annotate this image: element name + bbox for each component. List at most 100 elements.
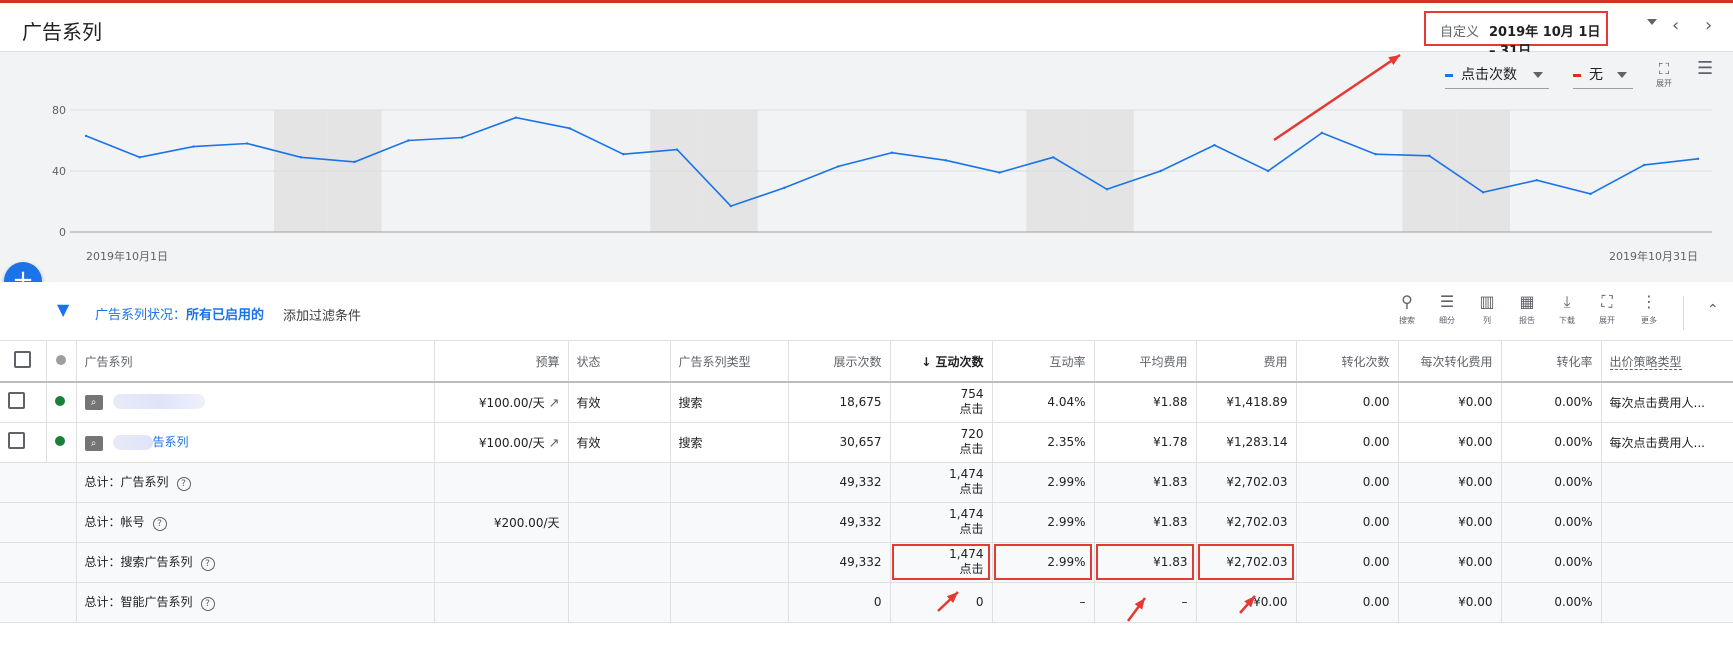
page-title: 广告系列 xyxy=(22,20,102,44)
metric2-selector[interactable]: 无 xyxy=(1573,64,1633,89)
campaign-type-value: 搜索 xyxy=(670,382,789,423)
header-conversion-rate[interactable]: 转化率 xyxy=(1501,341,1602,383)
totals-avg-cost: – xyxy=(1094,582,1197,623)
chevron-left-icon[interactable]: ‹ xyxy=(1672,15,1679,36)
interactions-value: 720 xyxy=(960,427,984,441)
expand-label: 展开 xyxy=(1656,79,1672,88)
avg-cost-value: ¥1.78 xyxy=(1094,422,1197,463)
totals-row: 总计：搜索广告系列? 49,332 1,474 点击 2.99% ¥1.83 ¥2,702.… xyxy=(0,542,1733,583)
totals-interactions: 1,474 xyxy=(949,547,984,561)
header-campaign[interactable]: 广告系列 xyxy=(76,341,435,383)
toolbar-label: 报告 xyxy=(1519,316,1535,325)
table-row[interactable]: ⌕ ¥100.00/天 ↗ 有效 搜索 18,675 754 点击 4.04% ¥1.88 ¥1,4… xyxy=(0,382,1733,423)
status-filter-chip[interactable]: 广告系列状况：所有已启用的 xyxy=(95,304,264,323)
bid-strategy-value: 每次点击费用人... xyxy=(1601,422,1733,463)
data-point xyxy=(1213,143,1216,147)
totals-impressions: 49,332 xyxy=(788,502,891,543)
status-filter-value: 所有已启用的 xyxy=(186,308,265,323)
totals-cost: ¥2,702.03 xyxy=(1196,502,1297,543)
help-icon[interactable]: ? xyxy=(152,517,167,531)
data-point xyxy=(1320,131,1324,135)
totals-interactions-cell: 0 xyxy=(890,582,993,623)
campaign-type-value: 搜索 xyxy=(670,422,789,463)
totals-cost-per-conversion: ¥0.00 xyxy=(1398,502,1502,543)
header-interaction-rate[interactable]: 互动率 xyxy=(992,341,1095,383)
totals-interactions-cell: 1,474 点击 xyxy=(890,502,993,543)
interactions-cell: 720 点击 xyxy=(890,422,993,463)
status-filter-label: 广告系列状况： xyxy=(95,308,187,323)
header-cost-per-conversion[interactable]: 每次转化费用 xyxy=(1398,341,1502,383)
header-cost[interactable]: 费用 xyxy=(1196,341,1297,383)
campaign-name-redacted xyxy=(112,394,205,410)
budget-chart-icon[interactable]: ↗ xyxy=(549,436,560,451)
table-row[interactable]: ⌕ 告系列 ¥100.00/天 ↗ 有效 搜索 30,657 720 点击 2.35% ¥1.78 ¥… xyxy=(0,422,1733,463)
help-icon[interactable]: ? xyxy=(200,557,215,571)
header-interactions[interactable]: ↓ 互动次数 xyxy=(890,341,993,383)
top-bar: 广告系列 自定义 2019年 10月 1日 – 31日 ‹ › xyxy=(0,0,1733,59)
add-filter-button[interactable]: 添加过滤条件 xyxy=(283,305,361,324)
campaign-name-link[interactable]: 告系列 xyxy=(153,435,189,449)
header-avg-cost[interactable]: 平均费用 xyxy=(1094,341,1197,383)
toolbar-download-button[interactable]: ⤓ 下载 xyxy=(1549,292,1585,326)
row-checkbox[interactable] xyxy=(8,432,25,449)
conversion-rate-value: 0.00% xyxy=(1501,422,1602,463)
row-checkbox[interactable] xyxy=(8,392,25,410)
x-end-label: 2019年10月31日 xyxy=(1609,249,1698,263)
toolbar-search-button[interactable]: ⚲ 搜索 xyxy=(1389,292,1425,326)
toolbar-columns-button[interactable]: ▥ 列 xyxy=(1469,292,1505,326)
totals-interactions-unit: 点击 xyxy=(959,562,984,576)
header-campaign-type[interactable]: 广告系列类型 xyxy=(670,341,789,383)
totals-interactions: 1,474 xyxy=(949,507,984,521)
enabled-status-icon xyxy=(54,396,65,407)
download-icon: ⤓ xyxy=(1563,292,1571,311)
header-status[interactable]: 状态 xyxy=(568,341,671,383)
toolbar-more-button[interactable]: ⋮ 更多 xyxy=(1631,292,1667,326)
totals-conversions: 0.00 xyxy=(1296,542,1399,583)
help-icon[interactable]: ? xyxy=(176,477,191,491)
totals-interaction-rate: – xyxy=(992,582,1095,623)
metric1-selector[interactable]: 点击次数 xyxy=(1445,64,1549,89)
interaction-rate-value: 4.04% xyxy=(992,382,1095,423)
totals-cost: ¥2,702.03 xyxy=(1196,462,1297,503)
budget-chart-icon[interactable]: ↗ xyxy=(549,396,560,411)
status-value: 有效 xyxy=(568,422,671,463)
conversions-value: 0.00 xyxy=(1296,422,1399,463)
data-point xyxy=(675,148,679,151)
toolbar-label: 列 xyxy=(1483,316,1491,325)
tune-icon[interactable]: ☰ xyxy=(1697,58,1713,79)
totals-avg-cost: ¥1.83 xyxy=(1094,542,1197,583)
toolbar-segment-button[interactable]: ☰ 细分 xyxy=(1429,292,1465,326)
header-bid-strategy[interactable]: 出价策略类型 xyxy=(1601,341,1733,383)
totals-conversions: 0.00 xyxy=(1296,462,1399,503)
toolbar-reports-button[interactable]: ▦ 报告 xyxy=(1509,292,1545,326)
expand-chart-button[interactable]: ⛶ 展开 xyxy=(1653,60,1675,89)
y-tick-label: 0 xyxy=(59,226,66,239)
header-budget[interactable]: 预算 xyxy=(434,341,569,383)
budget-value[interactable]: ¥100.00/天 xyxy=(479,436,545,450)
search-campaign-icon: ⌕ xyxy=(84,395,103,411)
date-dropdown-icon[interactable] xyxy=(1647,19,1657,25)
date-range-picker[interactable]: 自定义 2019年 10月 1日 – 31日 xyxy=(1424,11,1608,59)
header-impressions[interactable]: 展示次数 xyxy=(788,341,891,383)
totals-label: 总计：广告系列 xyxy=(84,475,169,489)
data-point xyxy=(353,160,356,164)
chevron-right-icon[interactable]: › xyxy=(1705,15,1712,36)
filter-icon[interactable]: ▼ xyxy=(57,300,69,319)
totals-cost-per-conversion: ¥0.00 xyxy=(1398,582,1502,623)
data-point xyxy=(514,116,518,119)
toolbar-expand-button[interactable]: ⛶ 展开 xyxy=(1589,292,1625,326)
campaigns-table: 广告系列 预算 状态 广告系列类型 展示次数 ↓ 互动次数 互动率 平均费用 费… xyxy=(0,341,1733,623)
totals-interactions-cell: 1,474 点击 xyxy=(890,462,993,503)
totals-avg-cost: ¥1.83 xyxy=(1094,462,1197,503)
totals-impressions: 0 xyxy=(788,582,891,623)
totals-interactions: 0 xyxy=(975,594,984,609)
data-point xyxy=(568,127,571,130)
help-icon[interactable]: ? xyxy=(200,597,215,611)
select-all-checkbox[interactable] xyxy=(14,351,32,368)
totals-cost: ¥0.00 xyxy=(1196,582,1297,623)
budget-value[interactable]: ¥100.00/天 xyxy=(479,396,545,410)
totals-cost: ¥2,702.03 xyxy=(1196,542,1297,583)
header-conversions[interactable]: 转化次数 xyxy=(1296,341,1399,383)
avg-cost-value: ¥1.88 xyxy=(1094,382,1197,423)
chevron-up-icon[interactable]: ⌃ xyxy=(1707,302,1719,318)
